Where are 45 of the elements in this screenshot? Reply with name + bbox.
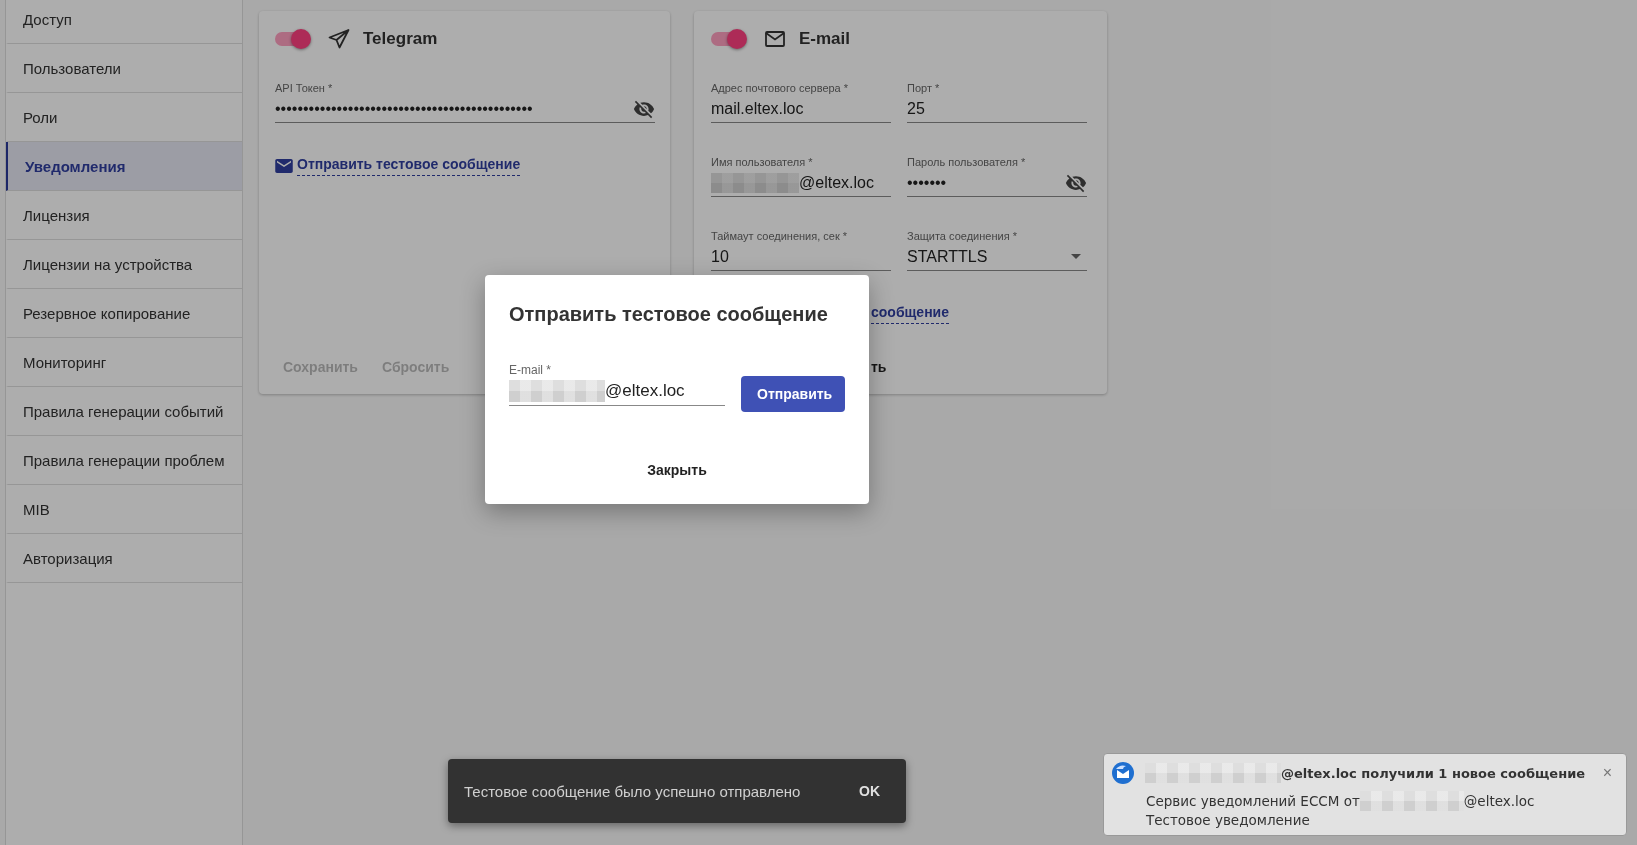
notification-title: @eltex.loc получили 1 новое сообщение	[1281, 765, 1586, 781]
mail-icon	[275, 159, 293, 173]
text-button[interactable]: ть	[863, 349, 895, 385]
input-field[interactable]: mail.eltex.loc	[711, 95, 891, 123]
send-button[interactable]: Отправить	[741, 376, 845, 412]
card-title: E-mail	[799, 29, 851, 49]
field-label: Таймаут соединения, сек *	[711, 230, 848, 243]
input-field[interactable]: ••••••••••••••••••••••••••••••••••••••••••••••	[275, 95, 655, 123]
field-label: API Токен *	[275, 82, 333, 95]
close-button[interactable]: Закрыть	[639, 452, 715, 488]
notification-text: @eltex.loc	[1463, 791, 1535, 811]
sidebar-item[interactable]: Резервное копирование	[6, 289, 242, 338]
sidebar-item[interactable]: MIB	[6, 485, 242, 534]
sidebar-item[interactable]: Доступ	[6, 0, 242, 44]
field-label: Порт *	[907, 82, 940, 95]
paper-plane-icon	[327, 27, 351, 51]
field-label: Адрес почтового сервера *	[711, 82, 849, 95]
sidebar-item[interactable]: Правила генерации проблем	[6, 436, 242, 485]
field-label: Защита соединения *	[907, 230, 1017, 243]
sidebar-item[interactable]: Лицензии на устройства	[6, 240, 242, 289]
notification-text: Сервис уведомлений ECCM от	[1146, 791, 1360, 811]
card-title: Telegram	[363, 29, 438, 49]
select-field[interactable]: STARTTLS	[907, 243, 1087, 271]
sidebar-item[interactable]: Авторизация	[6, 534, 242, 583]
input-field[interactable]: @eltex.loc	[509, 377, 725, 406]
dropdown-caret-icon	[1071, 254, 1081, 259]
sidebar-item[interactable]: Правила генерации событий	[6, 387, 242, 436]
input-field[interactable]: •••••••	[907, 169, 1087, 197]
dialog-title: Отправить тестовое сообщение	[509, 303, 828, 326]
sidebar-item[interactable]: Лицензия	[6, 191, 242, 240]
notification-text: Тестовое уведомление	[1146, 811, 1310, 830]
field-label: Пароль пользователя *	[907, 156, 1026, 169]
ok-button[interactable]: OK	[849, 783, 890, 799]
sidebar-item[interactable]: Уведомления	[6, 142, 242, 191]
sidebar-item[interactable]: Пользователи	[6, 44, 242, 93]
sidebar-item[interactable]: Мониторинг	[6, 338, 242, 387]
snackbar-message: Тестовое сообщение было успешно отправлено	[464, 782, 802, 800]
field-label: E-mail *	[509, 364, 551, 377]
input-field[interactable]: 10	[711, 243, 891, 271]
app-icon	[1111, 761, 1135, 785]
field-label: Имя пользователя *	[711, 156, 813, 169]
send-test-link[interactable]: сообщение	[871, 304, 949, 324]
input-field[interactable]: 25	[907, 95, 1087, 123]
input-field[interactable]: @eltex.loc	[711, 169, 891, 197]
send-test-link[interactable]: Отправить тестовое сообщение	[297, 156, 521, 176]
